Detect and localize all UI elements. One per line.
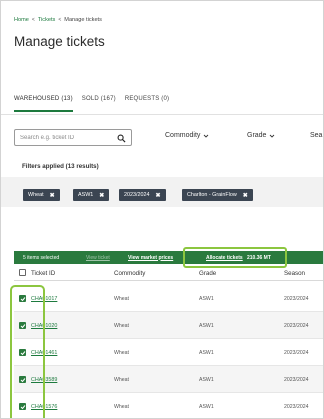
table-row[interactable]: CHA01576 Wheat ASW1 2023/2024 (14, 393, 323, 418)
row-grade: ASW1 (199, 296, 214, 302)
chip-label: Charlton - GrainFlow (187, 192, 237, 198)
close-icon[interactable]: ✖ (155, 192, 160, 199)
season-filter[interactable]: Sea (310, 132, 322, 139)
breadcrumb-current: Manage tickets (64, 17, 102, 23)
selected-count: 5 items selected (23, 254, 60, 261)
tab-requests[interactable]: REQUESTS (0) (125, 96, 169, 112)
breadcrumb-separator: < (58, 17, 62, 23)
chevron-down-icon (270, 134, 275, 138)
row-grade: ASW1 (199, 404, 214, 410)
close-icon[interactable]: ✖ (243, 192, 248, 199)
tab-sold[interactable]: SOLD (167) (82, 96, 116, 112)
commodity-filter[interactable]: Commodity (165, 132, 209, 139)
app-frame: Home < Tickets < Manage tickets Manage t… (0, 0, 324, 419)
search-icon[interactable] (117, 134, 126, 143)
breadcrumb-separator: < (31, 17, 35, 23)
commodity-filter-label: Commodity (165, 132, 201, 139)
header-commodity[interactable]: Commodity (114, 270, 145, 277)
chip-label: Wheat (28, 192, 44, 198)
close-icon[interactable]: ✖ (50, 192, 55, 199)
row-season: 2023/2024 (284, 323, 309, 329)
table-header: Ticket ID Commodity Grade Season (14, 264, 323, 281)
row-commodity: Wheat (114, 323, 129, 329)
filter-chip-asw1[interactable]: ASW1 ✖ (73, 189, 110, 201)
tab-bar: WAREHOUSED (13) SOLD (167) REQUESTS (0) (14, 96, 169, 112)
header-grade[interactable]: Grade (199, 270, 216, 277)
tabs-divider (1, 114, 323, 115)
row-commodity: Wheat (114, 377, 129, 383)
tab-warehoused[interactable]: WAREHOUSED (13) (14, 96, 73, 112)
row-season: 2023/2024 (284, 404, 309, 410)
filter-chip-season[interactable]: 2023/2024 ✖ (119, 189, 166, 201)
row-grade: ASW1 (199, 350, 214, 356)
header-season[interactable]: Season (284, 270, 305, 277)
row-grade: ASW1 (199, 377, 214, 383)
breadcrumb: Home < Tickets < Manage tickets (14, 17, 102, 23)
view-ticket-link[interactable]: View ticket (86, 255, 110, 261)
search-input[interactable] (20, 134, 116, 141)
header-ticket-id[interactable]: Ticket ID (31, 270, 55, 277)
row-season: 2023/2024 (284, 350, 309, 356)
table-row[interactable]: CHA03589 Wheat ASW1 2023/2024 (14, 366, 323, 393)
breadcrumb-home[interactable]: Home (14, 17, 29, 23)
table-row[interactable]: CHA01461 Wheat ASW1 2023/2024 (14, 339, 323, 366)
view-market-prices-link[interactable]: View market prices (128, 255, 173, 261)
grade-filter[interactable]: Grade (247, 132, 275, 139)
page-title: Manage tickets (14, 34, 105, 49)
row-commodity: Wheat (114, 350, 129, 356)
chip-label: 2023/2024 (124, 192, 150, 198)
breadcrumb-tickets[interactable]: Tickets (38, 17, 56, 23)
select-all-checkbox[interactable] (19, 269, 26, 276)
grade-filter-label: Grade (247, 132, 267, 139)
filters-applied-text: Filters applied (13 results) (22, 163, 99, 170)
row-commodity: Wheat (114, 296, 129, 302)
selected-rows-highlight-box (10, 285, 45, 418)
row-season: 2023/2024 (284, 377, 309, 383)
close-icon[interactable]: ✖ (99, 192, 104, 199)
filter-chip-site[interactable]: Charlton - GrainFlow ✖ (182, 189, 253, 201)
chevron-down-icon (204, 134, 209, 138)
chip-label: ASW1 (78, 192, 94, 198)
filter-chip-wheat[interactable]: Wheat ✖ (23, 189, 60, 201)
row-grade: ASW1 (199, 323, 214, 329)
table-row[interactable]: CHA01020 Wheat ASW1 2023/2024 (14, 312, 323, 339)
row-season: 2023/2024 (284, 296, 309, 302)
table-row[interactable]: CHA01017 Wheat ASW1 2023/2024 (14, 285, 323, 312)
search-box[interactable] (14, 129, 132, 146)
season-filter-label: Sea (310, 132, 323, 139)
row-commodity: Wheat (114, 404, 129, 410)
